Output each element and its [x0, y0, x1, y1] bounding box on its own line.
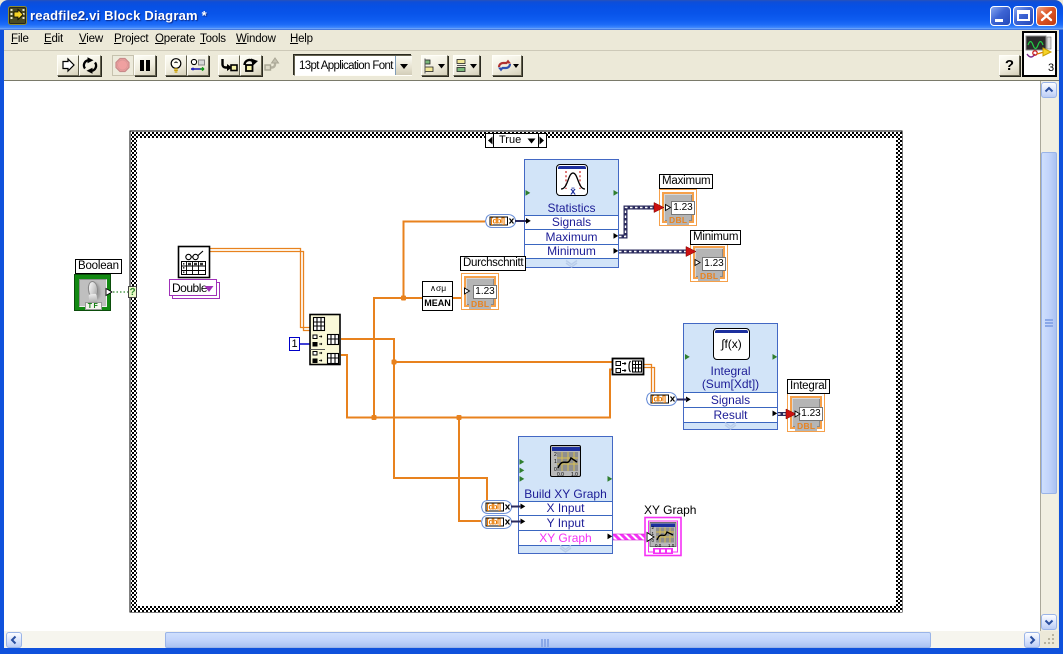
- svg-text:0.0: 0.0: [557, 472, 564, 477]
- svg-text:1.0: 1.0: [571, 472, 578, 477]
- svg-text:x̄: x̄: [570, 187, 576, 197]
- svg-text:1: 1: [554, 459, 557, 465]
- svg-text:3: 3: [1048, 62, 1054, 74]
- svg-text:2: 2: [554, 452, 557, 458]
